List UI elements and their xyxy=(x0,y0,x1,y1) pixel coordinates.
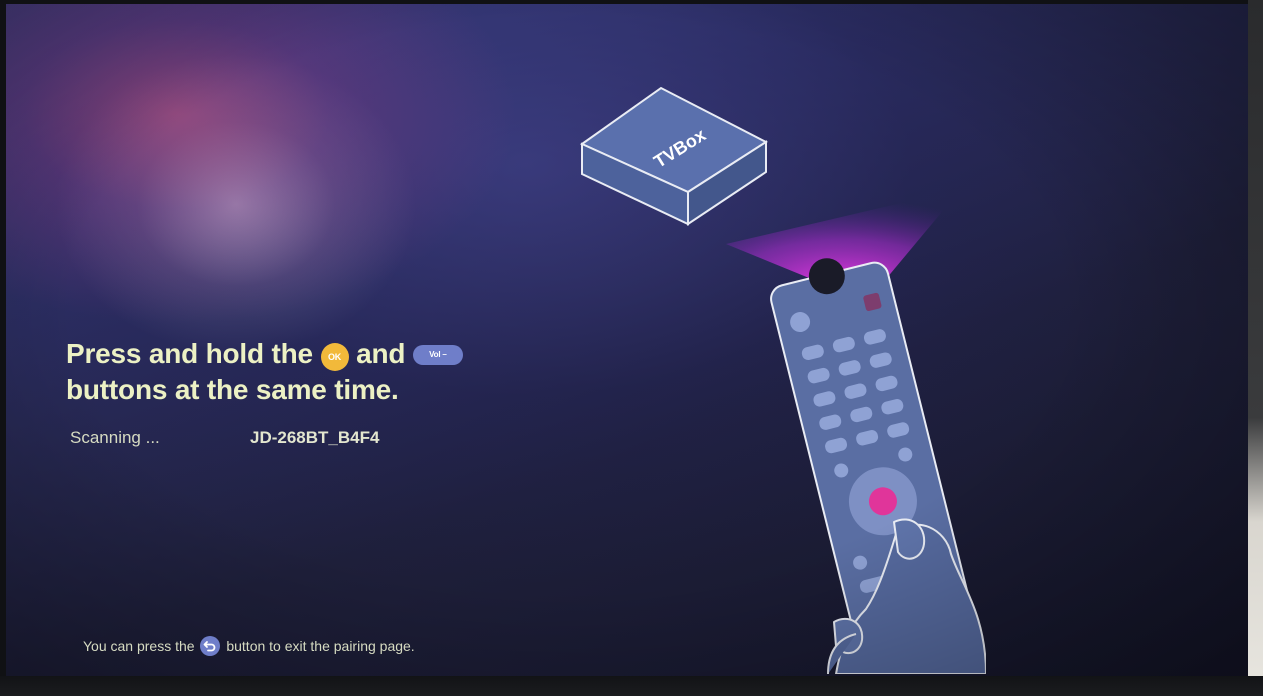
exit-hint-prefix: You can press the xyxy=(83,638,195,654)
photo-frame: TVBox Press and hold the OK and Vol – bu… xyxy=(0,0,1263,696)
pairing-illustration: TVBox xyxy=(579,86,986,674)
ok-button-icon: OK xyxy=(320,343,349,371)
back-arrow-icon xyxy=(200,636,221,656)
instruction-text-start: Press and hold the xyxy=(66,338,313,369)
tv-screen: TVBox Press and hold the OK and Vol – bu… xyxy=(6,4,1248,676)
instruction-line-2: buttons at the same time. xyxy=(66,374,399,405)
pairing-instruction: Press and hold the OK and Vol – buttons … xyxy=(66,336,586,408)
tv-bezel-right xyxy=(1248,0,1263,696)
tv-bezel-bottom xyxy=(0,676,1263,696)
exit-hint-suffix: button to exit the pairing page. xyxy=(226,638,415,654)
tvbox-icon: TVBox xyxy=(579,86,769,226)
exit-hint: You can press the button to exit the pai… xyxy=(83,636,415,656)
instruction-text-and: and xyxy=(356,338,406,369)
found-device-name[interactable]: JD-268BT_B4F4 xyxy=(250,428,379,448)
vol-down-button-icon: Vol – xyxy=(412,345,463,365)
instruction-line-1: Press and hold the OK and Vol – xyxy=(66,336,586,372)
scan-status: Scanning ... xyxy=(70,428,160,447)
